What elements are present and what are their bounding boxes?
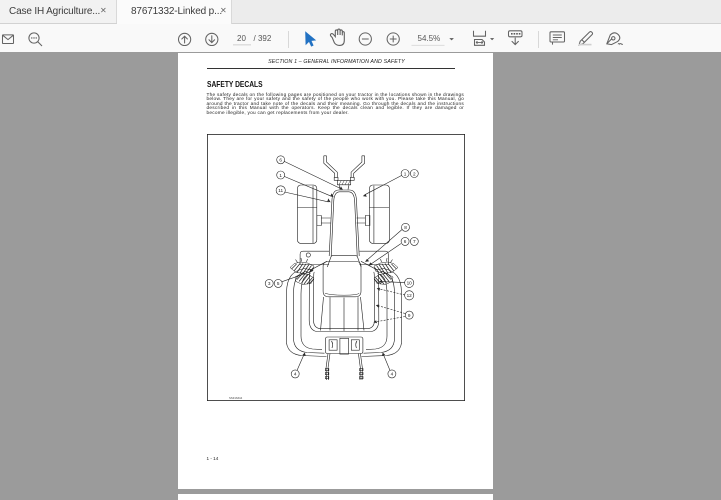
svg-text:1: 1 [279, 173, 282, 178]
svg-text:1: 1 [403, 171, 406, 176]
svg-text:6: 6 [403, 239, 406, 244]
svg-text:10: 10 [406, 281, 412, 286]
svg-text:11: 11 [278, 188, 283, 193]
svg-text:6: 6 [279, 158, 282, 163]
svg-text:7: 7 [412, 239, 415, 244]
svg-text:4: 4 [293, 372, 296, 377]
svg-text:5: 5 [276, 281, 279, 286]
svg-text:4: 4 [390, 372, 393, 377]
svg-text:12: 12 [406, 293, 412, 298]
svg-text:2: 2 [412, 171, 415, 176]
svg-text:3: 3 [267, 281, 270, 286]
svg-text:8: 8 [404, 225, 407, 230]
svg-text:9: 9 [407, 313, 410, 318]
